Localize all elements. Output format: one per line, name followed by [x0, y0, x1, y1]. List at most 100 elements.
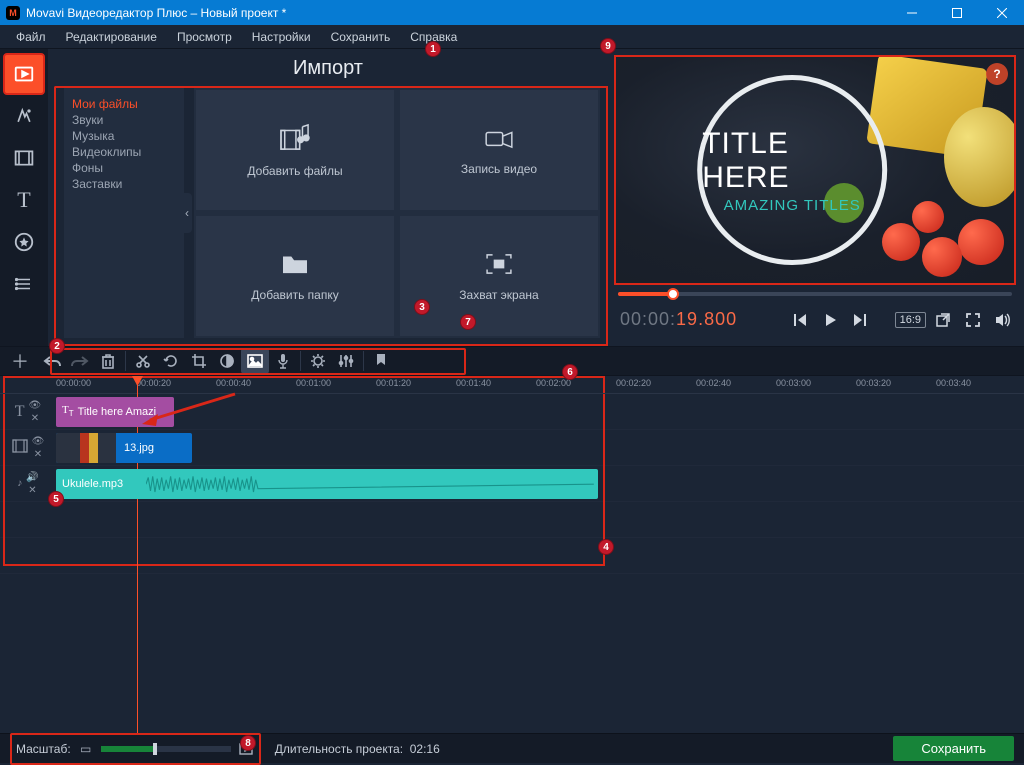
add-track-button[interactable]: ＋ [6, 348, 34, 374]
audio-track-icon: ♪ [17, 478, 22, 489]
menu-bar: Файл Редактирование Просмотр Настройки С… [0, 25, 1024, 49]
video-clip-label: 13.jpg [116, 442, 162, 454]
preview-viewport[interactable]: TITLE HERE AMAZING TITLES ? [614, 55, 1016, 285]
ruler-tick: 00:01:20 [376, 378, 411, 388]
import-add-folder-label: Добавить папку [251, 288, 338, 302]
import-cat-music[interactable]: Музыка [70, 128, 178, 144]
menu-view[interactable]: Просмотр [167, 27, 242, 47]
import-cat-myfiles[interactable]: Мои файлы [70, 96, 178, 112]
image-tool-button[interactable] [241, 348, 269, 374]
audio-clip[interactable]: Ukulele.mp3 [56, 469, 598, 499]
status-bar: Масштаб: ▭ Длительность проекта: 02:16 С… [0, 733, 1024, 763]
menu-file[interactable]: Файл [6, 27, 56, 47]
clip-properties-button[interactable] [304, 348, 332, 374]
edit-toolbar: ＋ [0, 346, 1024, 376]
redo-button[interactable] [66, 348, 94, 374]
preview-panel: TITLE HERE AMAZING TITLES ? 00:00:19.800… [608, 49, 1024, 346]
popout-button[interactable] [930, 307, 956, 333]
ruler-tick: 00:00:00 [56, 378, 91, 388]
import-panel: Импорт Мои файлы Звуки Музыка Видеоклипы… [48, 49, 608, 346]
callout-badge-9: 9 [600, 38, 616, 54]
crop-button[interactable] [185, 348, 213, 374]
menu-edit[interactable]: Редактирование [56, 27, 167, 47]
window-minimize-button[interactable] [889, 0, 934, 25]
empty-track [0, 502, 1024, 538]
video-clip[interactable]: 13.jpg [56, 433, 192, 463]
ruler-tick: 00:03:00 [776, 378, 811, 388]
window-maximize-button[interactable] [934, 0, 979, 25]
callout-badge-1: 1 [425, 41, 441, 57]
preview-title-line2: AMAZING TITLES [724, 197, 861, 214]
track-link-toggle[interactable]: ✕ [31, 413, 39, 424]
import-cat-sounds[interactable]: Звуки [70, 112, 178, 128]
preview-title-line1: TITLE HERE [702, 127, 882, 195]
category-collapse-handle[interactable]: ‹ [182, 193, 192, 233]
ruler-tick: 00:00:20 [136, 378, 171, 388]
zoom-out-button[interactable]: ▭ [77, 736, 95, 762]
save-button[interactable]: Сохранить [893, 736, 1014, 761]
film-music-icon [280, 123, 310, 158]
preview-title-graphic: TITLE HERE AMAZING TITLES [697, 75, 887, 265]
sidebar-import-button[interactable] [4, 54, 44, 94]
zoom-label: Масштаб: [16, 742, 71, 756]
ruler-tick: 00:02:40 [696, 378, 731, 388]
ruler-tick: 00:00:40 [216, 378, 251, 388]
aspect-ratio-button[interactable]: 16:9 [895, 312, 926, 328]
rotate-button[interactable] [157, 348, 185, 374]
sidebar-fx-button[interactable] [4, 96, 44, 136]
sidebar-filters-button[interactable] [4, 138, 44, 178]
track-link-toggle[interactable]: ✕ [34, 449, 42, 460]
import-cat-intros[interactable]: Заставки [70, 176, 178, 192]
color-adjust-button[interactable] [213, 348, 241, 374]
callout-badge-2: 2 [49, 338, 65, 354]
help-button[interactable]: ? [986, 63, 1008, 85]
video-track: 👁 ✕ 13.jpg [0, 430, 1024, 466]
ruler-tick: 00:01:40 [456, 378, 491, 388]
import-category-list: Мои файлы Звуки Музыка Видеоклипы Фоны З… [64, 88, 184, 338]
prev-frame-button[interactable] [787, 307, 813, 333]
sidebar-more-button[interactable] [4, 264, 44, 304]
menu-settings[interactable]: Настройки [242, 27, 321, 47]
track-visibility-toggle[interactable]: 👁 [32, 436, 45, 447]
fullscreen-button[interactable] [960, 307, 986, 333]
sidebar-stickers-button[interactable] [4, 222, 44, 262]
mic-button[interactable] [269, 348, 297, 374]
import-record-video-label: Запись видео [461, 162, 537, 176]
window-close-button[interactable] [979, 0, 1024, 25]
equalizer-button[interactable] [332, 348, 360, 374]
next-frame-button[interactable] [847, 307, 873, 333]
sidebar-titles-button[interactable]: T [4, 180, 44, 220]
ruler-tick: 00:02:00 [536, 378, 571, 388]
delete-button[interactable] [94, 348, 122, 374]
menu-save[interactable]: Сохранить [321, 27, 401, 47]
import-cat-clips[interactable]: Видеоклипы [70, 144, 178, 160]
audio-waveform [146, 473, 594, 495]
track-link-toggle[interactable]: ✕ [28, 485, 36, 496]
timeline: 00:00:00 00:00:20 00:00:40 00:01:00 00:0… [0, 376, 1024, 574]
track-visibility-toggle[interactable]: 👁 [29, 400, 42, 411]
import-add-folder-button[interactable]: Добавить папку [196, 216, 394, 336]
import-screen-capture-button[interactable]: Захват экрана [400, 216, 598, 336]
app-icon: M [6, 6, 20, 20]
ruler-tick: 00:01:00 [296, 378, 331, 388]
import-record-video-button[interactable]: Запись видео [400, 90, 598, 210]
preview-scrubber[interactable] [614, 285, 1016, 303]
split-button[interactable] [129, 348, 157, 374]
import-add-files-button[interactable]: Добавить файлы [196, 90, 394, 210]
import-cat-backgrounds[interactable]: Фоны [70, 160, 178, 176]
zoom-slider[interactable] [101, 746, 231, 752]
callout-badge-5: 5 [48, 491, 64, 507]
track-mute-toggle[interactable]: 🔊 [26, 472, 38, 483]
volume-button[interactable] [990, 307, 1016, 333]
callout-badge-6: 6 [562, 364, 578, 380]
video-clip-thumbnail [56, 433, 116, 463]
empty-track [0, 538, 1024, 574]
import-screen-capture-label: Захват экрана [459, 288, 538, 302]
window-title: Movavi Видеоредактор Плюс – Новый проект… [26, 6, 889, 20]
marker-button[interactable] [367, 348, 395, 374]
project-duration-label: Длительность проекта: 02:16 [275, 742, 440, 756]
zoom-control: Масштаб: ▭ [10, 733, 261, 765]
import-panel-title: Импорт [48, 49, 608, 86]
play-button[interactable] [817, 307, 843, 333]
ruler-tick: 00:03:40 [936, 378, 971, 388]
